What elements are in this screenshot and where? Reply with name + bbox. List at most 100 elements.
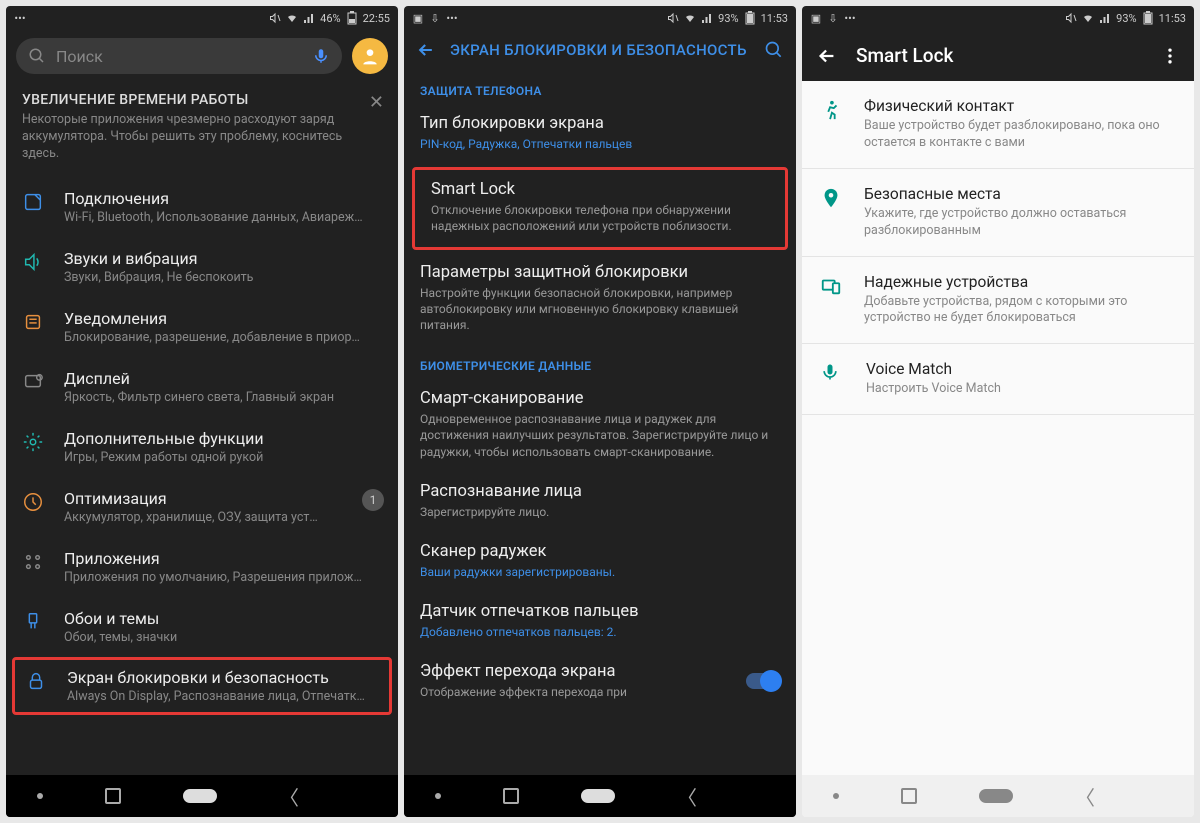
mic-icon[interactable] xyxy=(312,47,330,65)
notice-sub: Некоторые приложения чрезмерно расходуют… xyxy=(22,112,382,163)
header-title: Smart Lock xyxy=(856,44,1142,67)
item-sub: Always On Display, Распознавание лица, О… xyxy=(67,689,381,704)
item-sub: Ваше устройство будет разблокировано, по… xyxy=(864,118,1176,152)
screen-header: Smart Lock xyxy=(802,30,1194,81)
item-display[interactable]: ДисплейЯркость, Фильтр синего света, Гла… xyxy=(6,357,398,417)
item-title: Надежные устройства xyxy=(864,273,1176,291)
section-phone-protection: ЗАЩИТА ТЕЛЕФОНА xyxy=(404,70,796,104)
item-apps[interactable]: ПриложенияПриложения по умолчанию, Разре… xyxy=(6,537,398,597)
nav-recent-button[interactable] xyxy=(105,788,121,804)
item-sub: Зарегистрируйте лицо. xyxy=(420,504,780,520)
more-icon: ••• xyxy=(14,12,26,24)
item-sub: Игры, Режим работы одной рукой xyxy=(64,450,384,465)
battery-percent: 93% xyxy=(1116,12,1136,25)
item-title: Звуки и вибрация xyxy=(64,249,384,268)
nav-bar: 〈 xyxy=(6,775,398,817)
search-icon xyxy=(28,47,46,65)
item-sub: Укажите, где устройство должно оставатьс… xyxy=(864,206,1176,240)
item-connections[interactable]: Подключения Wi-Fi, Bluetooth, Использован… xyxy=(6,177,398,237)
item-lockscreen-security[interactable]: Экран блокировки и безопасность Always On… xyxy=(12,657,392,715)
nav-dot-icon xyxy=(435,793,441,799)
item-title: Физический контакт xyxy=(864,97,1176,115)
item-title: Экран блокировки и безопасность xyxy=(67,668,381,687)
search-placeholder: Поиск xyxy=(56,47,302,66)
toggle-switch[interactable] xyxy=(746,673,780,689)
item-sub: Обои, темы, значки xyxy=(64,630,384,645)
item-voice-match[interactable]: Voice MatchНастроить Voice Match xyxy=(802,344,1194,415)
item-title: Дисплей xyxy=(64,369,384,388)
item-title: Дополнительные функции xyxy=(64,429,384,448)
battery-icon xyxy=(744,12,756,24)
item-title: Эффект перехода экрана xyxy=(420,662,746,681)
item-sounds[interactable]: Звуки и вибрацияЗвуки, Вибрация, Не бесп… xyxy=(6,237,398,297)
nav-back-button[interactable]: 〈 xyxy=(1075,782,1095,811)
search-row: Поиск xyxy=(6,30,398,82)
item-optimization[interactable]: ОптимизацияАккумулятор, хранилище, ОЗУ, … xyxy=(6,477,398,537)
item-secure-lock-settings[interactable]: Параметры защитной блокировки Настройте … xyxy=(404,253,796,346)
clock-time: 11:53 xyxy=(1159,12,1186,25)
item-wallpaper[interactable]: Обои и темы Обои, темы, значки xyxy=(6,597,398,657)
gear-icon xyxy=(22,431,44,453)
item-sub: Ваши радужки зарегистрированы. xyxy=(420,564,780,580)
clock-time: 11:53 xyxy=(761,12,788,25)
item-advanced[interactable]: Дополнительные функции Игры, Режим работы… xyxy=(6,417,398,477)
avatar[interactable] xyxy=(352,38,388,74)
download-icon: ⇩ xyxy=(827,12,839,24)
item-title: Подключения xyxy=(64,189,384,208)
nav-back-button[interactable]: 〈 xyxy=(677,782,697,811)
item-trusted-devices[interactable]: Надежные устройстваДобавьте устройства, … xyxy=(802,257,1194,345)
search-input[interactable]: Поиск xyxy=(16,38,342,74)
item-trusted-places[interactable]: Безопасные местаУкажите, где устройство … xyxy=(802,169,1194,257)
status-bar: ▣ ⇩ ••• 93% 11:53 xyxy=(404,6,796,30)
back-arrow-icon[interactable] xyxy=(816,45,838,67)
overflow-menu-icon[interactable] xyxy=(1160,46,1180,66)
nav-recent-button[interactable] xyxy=(503,788,519,804)
apps-icon xyxy=(22,551,44,573)
signal-icon xyxy=(701,12,713,24)
badge: 1 xyxy=(362,489,384,511)
display-icon xyxy=(22,371,44,393)
item-sub: Настройте функции безопасной блокировки,… xyxy=(420,285,780,334)
item-sub: Wi-Fi, Bluetooth, Использование данных, … xyxy=(64,210,384,225)
nav-home-button[interactable] xyxy=(581,789,615,803)
brush-icon xyxy=(22,611,44,633)
item-sub: Настроить Voice Match xyxy=(866,381,1001,398)
nav-home-button[interactable] xyxy=(183,789,217,803)
walk-icon xyxy=(820,99,842,121)
section-biometrics: БИОМЕТРИЧЕСКИЕ ДАННЫЕ xyxy=(404,345,796,379)
battery-notice[interactable]: УВЕЛИЧЕНИЕ ВРЕМЕНИ РАБОТЫ Некоторые прил… xyxy=(6,82,398,177)
item-title: Приложения xyxy=(64,549,384,568)
screenshot-icon: ▣ xyxy=(810,12,822,24)
search-icon[interactable] xyxy=(764,40,784,60)
signal-icon xyxy=(303,12,315,24)
item-smart-lock[interactable]: Smart Lock Отключение блокировки телефон… xyxy=(412,167,788,249)
item-title: Оптимизация xyxy=(64,489,344,508)
wifi-icon xyxy=(286,12,298,24)
item-fingerprint[interactable]: Датчик отпечатков пальцев Добавлено отпе… xyxy=(404,592,796,652)
item-transition-effect[interactable]: Эффект перехода экрана Отображение эффек… xyxy=(404,652,796,712)
nav-recent-button[interactable] xyxy=(901,788,917,804)
screenshot-icon: ▣ xyxy=(412,12,424,24)
item-title: Распознавание лица xyxy=(420,482,780,501)
lockscreen-security-screen: ▣ ⇩ ••• 93% 11:53 ЭКРАН БЛОКИРОВКИ И БЕЗ… xyxy=(404,6,796,817)
item-title: Параметры защитной блокировки xyxy=(420,263,780,282)
nav-back-button[interactable]: 〈 xyxy=(279,782,299,811)
item-smart-scan[interactable]: Смарт-сканирование Одновременное распозн… xyxy=(404,379,796,472)
lock-icon xyxy=(25,670,47,692)
mute-icon xyxy=(667,12,679,24)
sound-icon xyxy=(22,251,44,273)
item-title: Обои и темы xyxy=(64,609,384,628)
location-icon xyxy=(820,187,842,209)
notifications-icon xyxy=(22,311,44,333)
item-onbody-detection[interactable]: Физический контакт Ваше устройство будет … xyxy=(802,81,1194,169)
battery-percent: 46% xyxy=(320,12,340,25)
back-arrow-icon[interactable] xyxy=(416,40,436,60)
item-face-recognition[interactable]: Распознавание лица Зарегистрируйте лицо. xyxy=(404,472,796,532)
item-notifications[interactable]: УведомленияБлокирование, разрешение, доб… xyxy=(6,297,398,357)
nav-home-button[interactable] xyxy=(979,789,1013,803)
item-lock-type[interactable]: Тип блокировки экрана PIN-код, Радужка, … xyxy=(404,104,796,164)
mute-icon xyxy=(1065,12,1077,24)
item-iris-scanner[interactable]: Сканер радужек Ваши радужки зарегистриро… xyxy=(404,532,796,592)
item-title: Датчик отпечатков пальцев xyxy=(420,602,780,621)
close-icon[interactable]: ✕ xyxy=(369,92,384,113)
